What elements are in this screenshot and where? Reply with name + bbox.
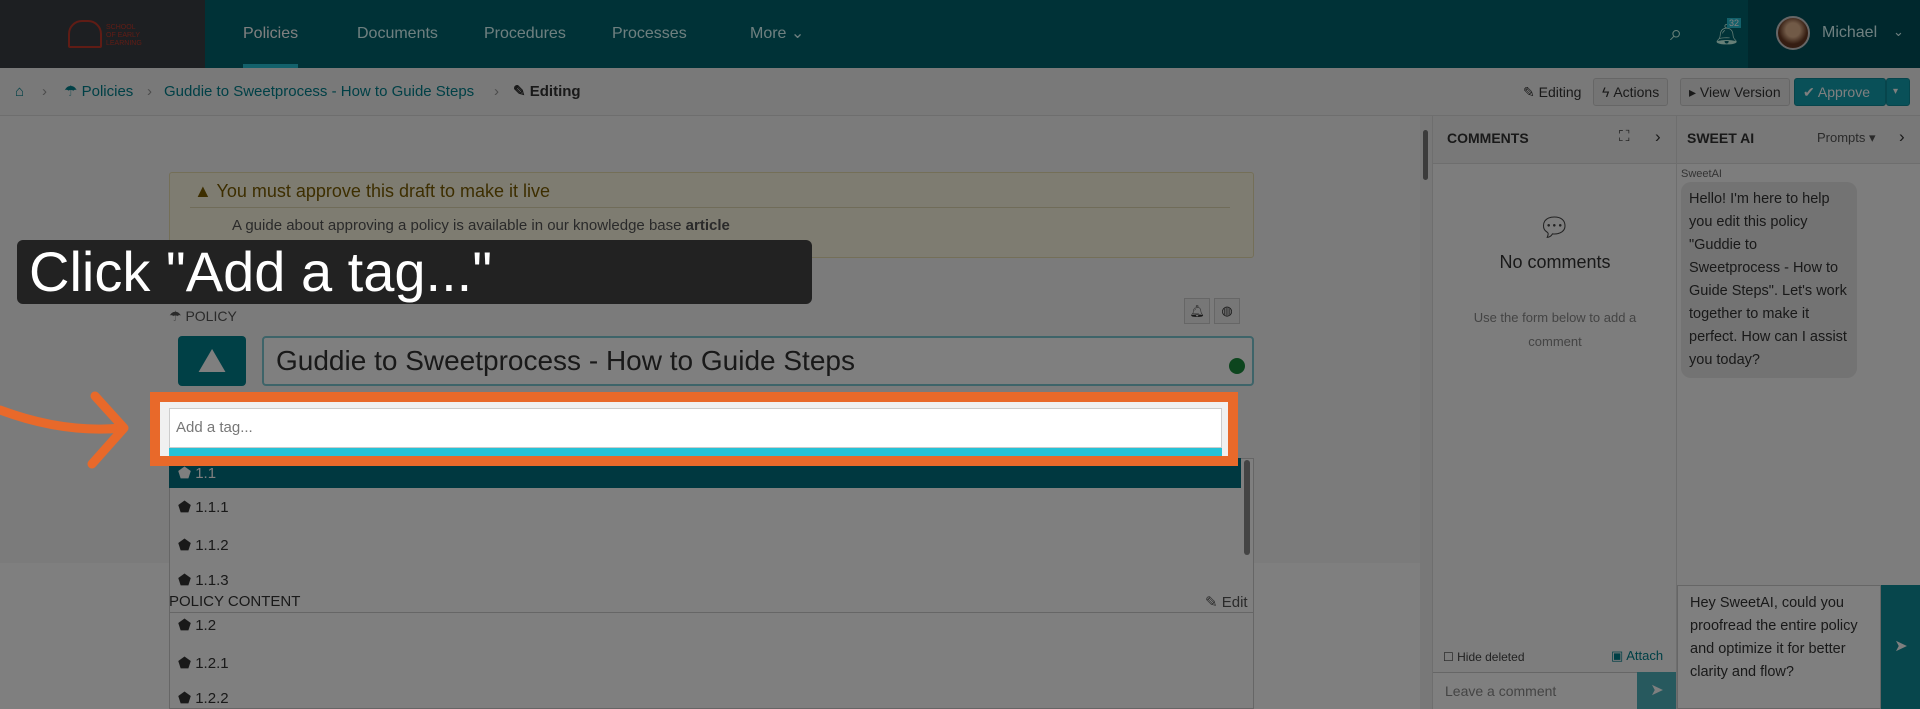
tag-input-highlight: Add a tag... — [150, 392, 1238, 466]
input-focus-bar — [169, 448, 1222, 456]
tutorial-overlay — [0, 0, 1920, 709]
add-tag-input[interactable]: Add a tag... — [169, 408, 1222, 448]
tutorial-instruction: Click "Add a tag..." — [17, 240, 812, 304]
arrow-icon — [0, 391, 129, 469]
